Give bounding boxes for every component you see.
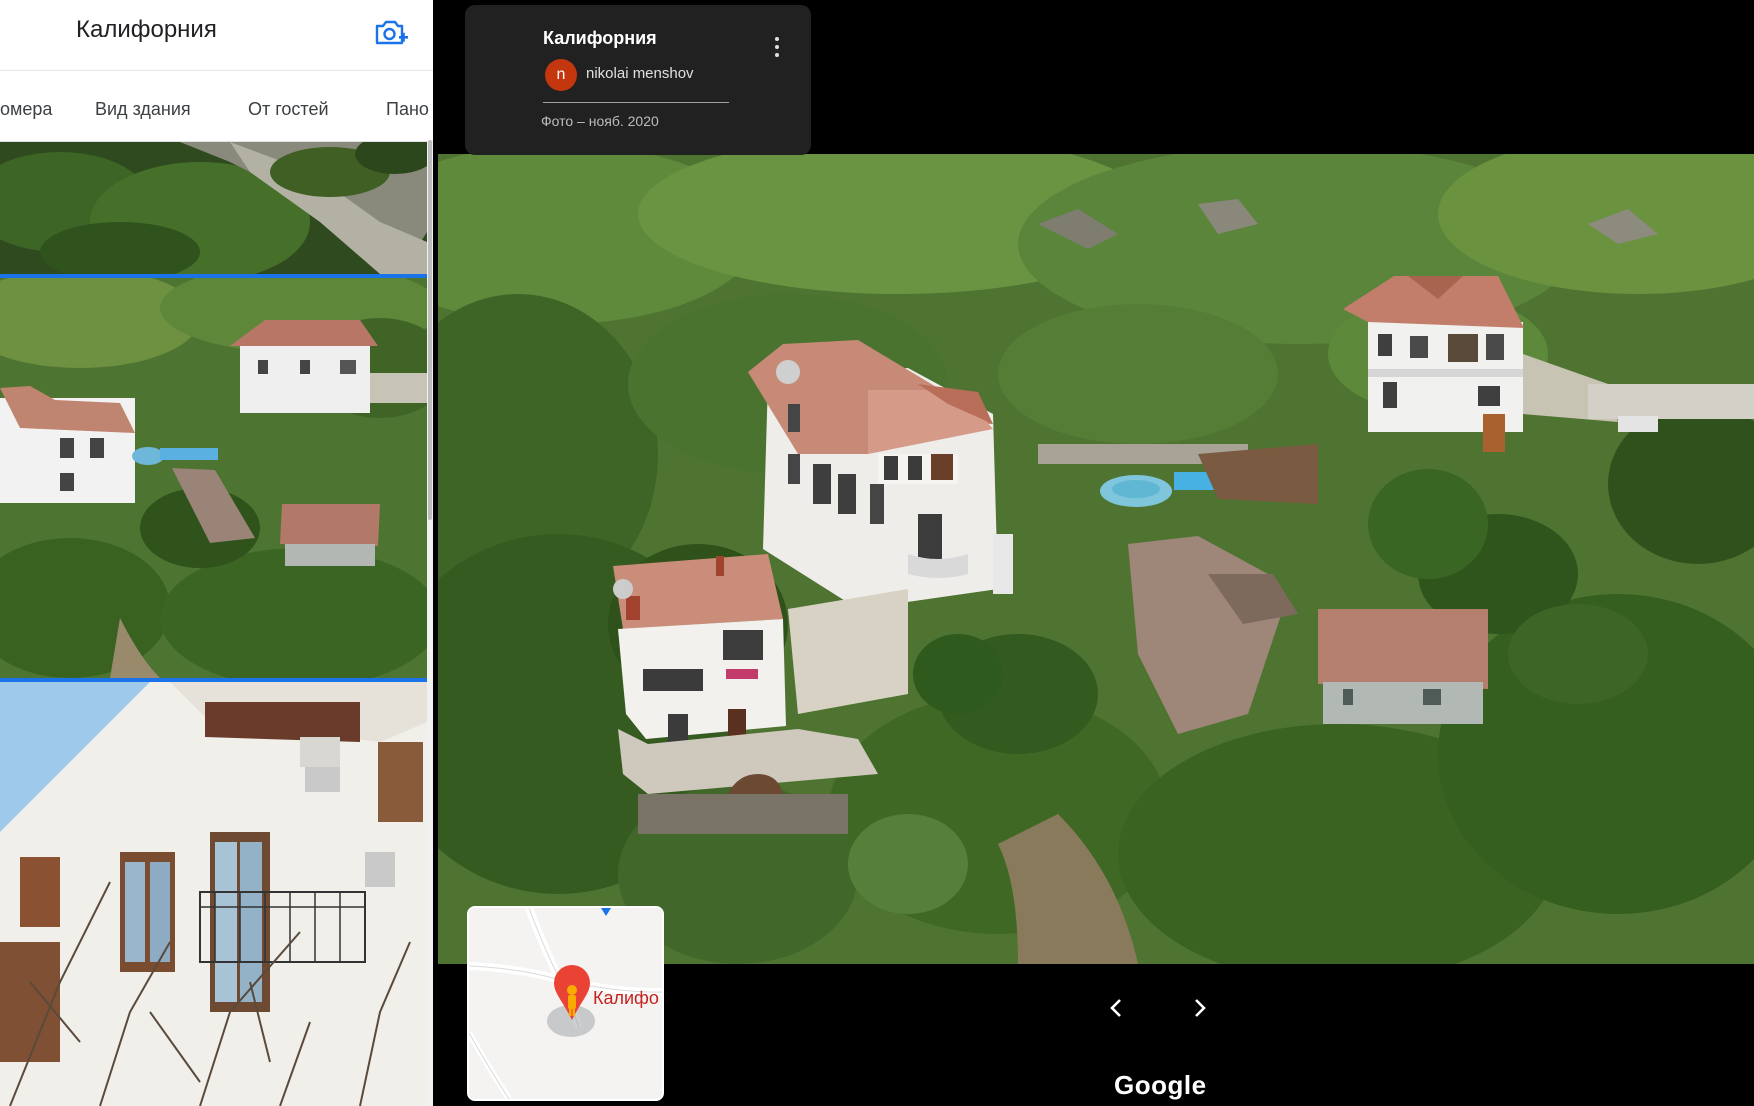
chevron-left-icon	[1110, 999, 1121, 1017]
tab-panorama[interactable]: Пано	[386, 99, 429, 120]
thumbnail-image	[0, 142, 427, 274]
divider	[543, 102, 729, 103]
thumbnail-image	[0, 682, 427, 1106]
add-photo-icon	[375, 20, 408, 45]
next-photo-button[interactable]	[1180, 988, 1220, 1028]
author-name[interactable]: nikolai menshov	[586, 65, 694, 82]
photo-date: Фото – нояб. 2020	[541, 113, 659, 129]
thumbnail-image	[0, 278, 427, 678]
pegman-icon	[567, 985, 577, 995]
photo-category-tabs: омера Вид здания От гостей Пано	[0, 70, 433, 142]
photo-place-title[interactable]: Калифорния	[543, 28, 657, 49]
tab-building-view[interactable]: Вид здания	[95, 99, 191, 120]
aerial-villa-photo	[438, 154, 1754, 964]
photo-thumbnail-selected[interactable]	[0, 278, 427, 678]
chevron-right-icon	[1195, 999, 1206, 1017]
minimap-place-label: Калифо	[593, 988, 659, 1008]
photo-thumbnail[interactable]	[0, 682, 427, 1106]
minimap[interactable]: Калифо	[467, 906, 664, 1101]
side-panel-header: Калифорния	[0, 0, 433, 60]
photo-info-card: Калифорния n nikolai menshov Фото – нояб…	[465, 5, 811, 155]
more-options-button[interactable]	[765, 30, 789, 64]
add-photo-button[interactable]	[371, 13, 411, 53]
author-avatar[interactable]: n	[545, 59, 577, 91]
place-title: Калифорния	[76, 16, 217, 43]
tab-camera[interactable]: омера	[0, 99, 52, 120]
main-photo[interactable]	[438, 154, 1754, 964]
google-logo: Google	[1114, 1070, 1207, 1100]
previous-photo-button[interactable]	[1096, 988, 1136, 1028]
tab-from-guests[interactable]: От гостей	[248, 99, 329, 120]
photo-thumbnail[interactable]	[0, 142, 427, 274]
side-panel-scrollbar[interactable]	[428, 140, 432, 520]
more-vert-icon	[775, 37, 779, 41]
side-panel: Калифорния омера Вид здания От гостей Па…	[0, 0, 433, 1106]
